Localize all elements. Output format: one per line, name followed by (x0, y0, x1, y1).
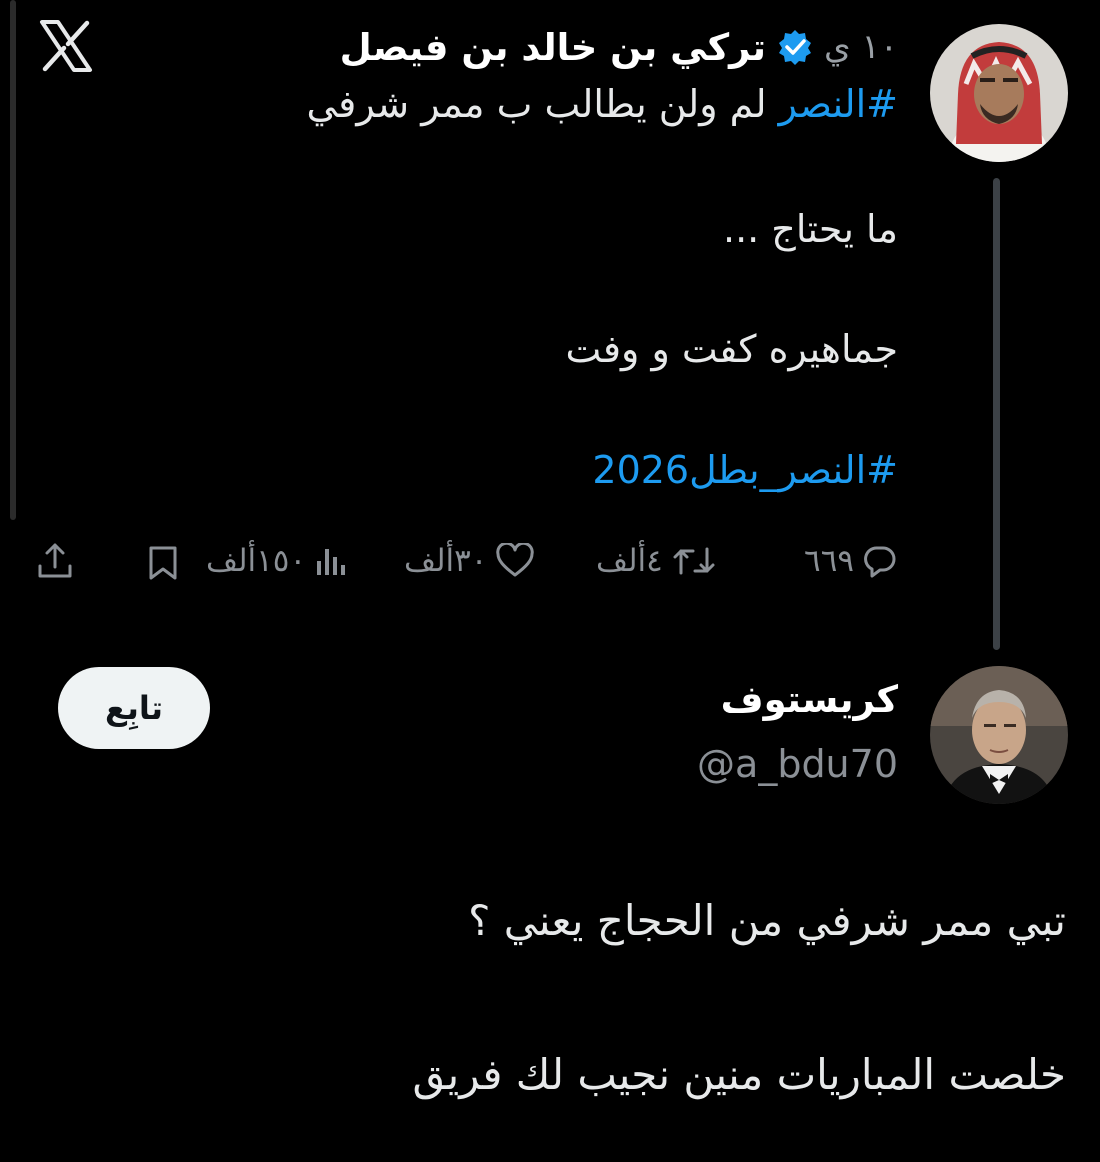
author-avatar[interactable] (930, 24, 1068, 162)
verified-badge-icon (776, 28, 814, 66)
like-button[interactable]: ٣٠ألف (404, 538, 535, 584)
tweet-time[interactable]: ١٠ ي (824, 27, 898, 67)
tweet-header: تركي بن خالد بن فيصل ١٠ ي (340, 22, 898, 72)
tweet-text-line-2: ما يحتاج ... (722, 207, 898, 251)
retweet-count: ٤ألف (596, 543, 663, 579)
x-logo-icon (38, 18, 94, 74)
heart-icon (495, 543, 535, 579)
retweet-button[interactable]: ٤ألف (596, 538, 717, 584)
author-name[interactable]: تركي بن خالد بن فيصل (340, 26, 766, 69)
like-count: ٣٠ألف (404, 543, 488, 579)
tweet-text-span: لم ولن يطالب ب ممر شرفي (306, 82, 779, 126)
bookmark-button[interactable] (146, 540, 180, 586)
reply-text-line-2: خلصت المباريات منين نجيب لك فريق (412, 1050, 1066, 1099)
reply-author-name[interactable]: كريستوف (721, 678, 898, 721)
reply-author-handle[interactable]: @a_bdu70 (697, 742, 898, 786)
scroll-edge (10, 0, 16, 520)
share-icon (34, 540, 76, 582)
views-count: ١٥٠ألف (206, 543, 307, 579)
bar-chart-icon (314, 543, 348, 579)
retweet-icon (671, 543, 717, 579)
reply-icon (862, 543, 898, 579)
share-button[interactable] (34, 538, 76, 584)
reply-text-line-1: تبي ممر شرفي من الحجاج يعني ؟ (468, 896, 1066, 945)
reply-author-avatar[interactable] (930, 666, 1068, 804)
views-stat[interactable]: ١٥٠ألف (206, 538, 348, 584)
reply-count: ٦٦٩ (804, 543, 854, 579)
reply-button[interactable]: ٦٦٩ (804, 538, 898, 584)
follow-button[interactable]: تابِع (58, 667, 210, 749)
hashtag-link[interactable]: #النصر (779, 82, 898, 126)
hashtag-link[interactable]: #النصر_بطل2026 (592, 448, 898, 492)
tweet-text-line-1: #النصر لم ولن يطالب ب ممر شرفي (307, 82, 899, 126)
thread-connector-line (993, 178, 1000, 650)
tweet-text-line-3: جماهيره كفت و وفت (565, 327, 898, 371)
bookmark-icon (146, 544, 180, 582)
